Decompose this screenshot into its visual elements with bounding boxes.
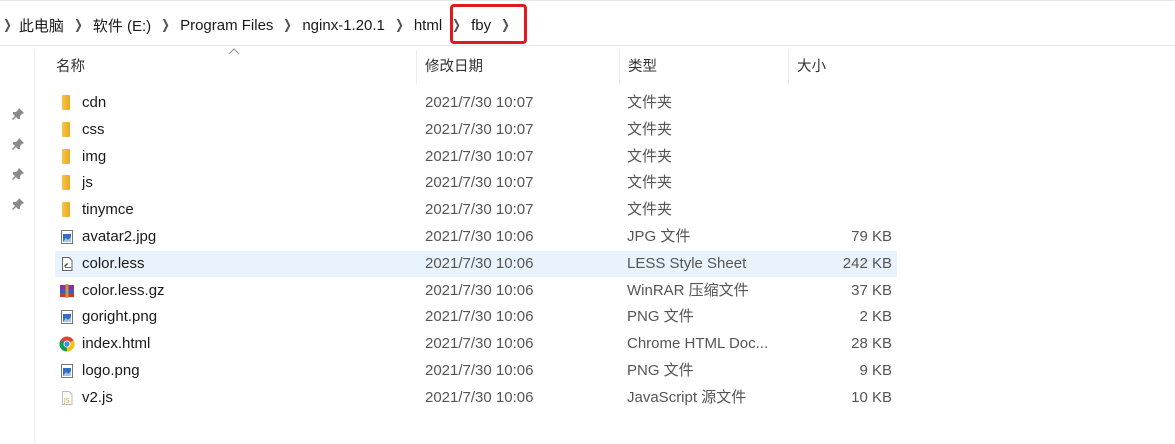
archive-file-icon <box>60 283 74 298</box>
file-size: 242 KB <box>842 254 892 272</box>
file-date: 2021/7/30 10:07 <box>425 201 534 219</box>
file-name: goright.png <box>82 308 158 326</box>
table-row[interactable]: color.less.gz 2021/7/30 10:06 WinRAR 压缩文件 3… <box>55 278 897 304</box>
file-date: 2021/7/30 10:06 <box>425 388 534 406</box>
file-name: img <box>82 147 107 165</box>
image-file-icon <box>61 310 73 325</box>
file-date: 2021/7/30 10:06 <box>425 254 534 272</box>
table-row-selected[interactable]: color.less 2021/7/30 10:06 LESS Style Shee… <box>55 250 897 277</box>
file-name: avatar2.jpg <box>82 228 157 245</box>
file-name: css <box>82 120 105 138</box>
file-size: 28 KB <box>851 335 892 353</box>
file-type: 文件夹 <box>627 174 673 192</box>
table-row[interactable]: JS v2.js 2021/7/30 10:06 JavaScript 源文件 10 K… <box>55 385 897 411</box>
file-date: 2021/7/30 10:07 <box>425 147 534 165</box>
column-header-name[interactable]: 名称 <box>48 50 416 84</box>
file-type: JPG 文件 <box>627 228 691 245</box>
pin-icon[interactable] <box>10 106 26 122</box>
chevron-right-icon[interactable]: ❯ <box>284 17 293 33</box>
file-size: 9 KB <box>859 362 892 379</box>
chevron-right-icon[interactable]: ❯ <box>3 17 12 33</box>
folder-icon <box>62 148 70 164</box>
folder-icon <box>62 121 70 137</box>
file-type: LESS Style Sheet <box>627 254 747 272</box>
table-row[interactable]: js 2021/7/30 10:07 文件夹 <box>55 170 897 196</box>
table-row[interactable]: cdn 2021/7/30 10:07 文件夹 <box>55 90 897 116</box>
file-date: 2021/7/30 10:07 <box>425 174 534 192</box>
breadcrumb-item-this-pc[interactable]: 此电脑 <box>19 15 64 36</box>
breadcrumb-item-program-files[interactable]: Program Files <box>180 17 273 34</box>
file-type: 文件夹 <box>627 94 673 111</box>
file-date: 2021/7/30 10:07 <box>425 120 534 138</box>
svg-text:JS: JS <box>63 397 70 404</box>
file-size: 10 KB <box>851 388 892 406</box>
sort-ascending-icon <box>228 48 240 55</box>
column-header-date[interactable]: 修改日期 <box>416 50 619 84</box>
table-row[interactable]: logo.png 2021/7/30 10:06 PNG 文件 9 KB <box>55 358 897 384</box>
file-date: 2021/7/30 10:07 <box>425 94 534 111</box>
pin-icon[interactable] <box>10 166 26 182</box>
file-size: 2 KB <box>859 308 892 326</box>
column-header-size[interactable]: 大小 <box>788 50 901 84</box>
file-size: 79 KB <box>851 228 892 245</box>
column-header-type[interactable]: 类型 <box>619 50 788 84</box>
file-date: 2021/7/30 10:06 <box>425 308 534 326</box>
table-row[interactable]: img 2021/7/30 10:07 文件夹 <box>55 144 897 170</box>
pin-icon[interactable] <box>10 136 26 152</box>
column-header-row: 名称 修改日期 类型 大小 <box>0 50 1175 84</box>
file-type: 文件夹 <box>627 201 673 219</box>
breadcrumb-item-drive-e[interactable]: 软件 (E:) <box>93 15 151 36</box>
file-type: PNG 文件 <box>627 308 694 326</box>
file-type: 文件夹 <box>627 120 673 138</box>
chevron-right-icon[interactable]: ❯ <box>395 17 404 33</box>
file-type: Chrome HTML Doc... <box>627 335 769 353</box>
file-date: 2021/7/30 10:06 <box>425 281 534 299</box>
file-name: tinymce <box>82 201 134 219</box>
folder-icon <box>62 202 70 218</box>
navigation-pane-divider <box>34 50 35 444</box>
file-name: index.html <box>82 335 151 353</box>
file-type: WinRAR 压缩文件 <box>627 281 749 299</box>
folder-icon <box>62 175 70 191</box>
js-file-icon: JS <box>62 390 73 405</box>
chevron-right-icon[interactable]: ❯ <box>161 17 170 33</box>
breadcrumb-item-nginx[interactable]: nginx-1.20.1 <box>302 17 385 34</box>
file-date: 2021/7/30 10:06 <box>425 228 534 245</box>
pin-icon[interactable] <box>10 196 26 212</box>
chevron-right-icon[interactable]: ❯ <box>74 17 83 33</box>
table-row[interactable]: goright.png 2021/7/30 10:06 PNG 文件 2 KB <box>55 304 897 330</box>
table-row[interactable]: avatar2.jpg 2021/7/30 10:06 JPG 文件 79 KB <box>55 224 897 250</box>
breadcrumb-item-html[interactable]: html <box>414 17 442 34</box>
text-file-icon <box>62 256 73 271</box>
table-row[interactable]: css 2021/7/30 10:07 文件夹 <box>55 117 897 143</box>
image-file-icon <box>61 364 73 378</box>
file-name: logo.png <box>82 362 140 379</box>
chrome-icon <box>59 336 75 352</box>
file-type: JavaScript 源文件 <box>627 388 747 406</box>
file-name: js <box>82 174 93 192</box>
file-type: PNG 文件 <box>627 362 694 379</box>
file-name: color.less.gz <box>82 281 165 299</box>
file-size: 37 KB <box>851 281 892 299</box>
file-name: color.less <box>82 254 145 272</box>
address-bar[interactable]: ❯ 此电脑 ❯ 软件 (E:) ❯ Program Files ❯ nginx-… <box>0 0 1175 46</box>
file-date: 2021/7/30 10:06 <box>425 335 534 353</box>
file-name: cdn <box>82 94 107 111</box>
file-date: 2021/7/30 10:06 <box>425 362 534 379</box>
file-type: 文件夹 <box>627 147 673 165</box>
table-row[interactable]: index.html 2021/7/30 10:06 Chrome HTML Doc… <box>55 331 897 357</box>
image-file-icon <box>61 230 73 244</box>
file-name: v2.js <box>82 388 113 406</box>
folder-icon <box>62 95 70 110</box>
table-row[interactable]: tinymce 2021/7/30 10:07 文件夹 <box>55 197 897 223</box>
breadcrumb: ❯ 此电脑 ❯ 软件 (E:) ❯ Program Files ❯ nginx-… <box>0 14 520 36</box>
annotation-highlight-box <box>450 4 527 44</box>
